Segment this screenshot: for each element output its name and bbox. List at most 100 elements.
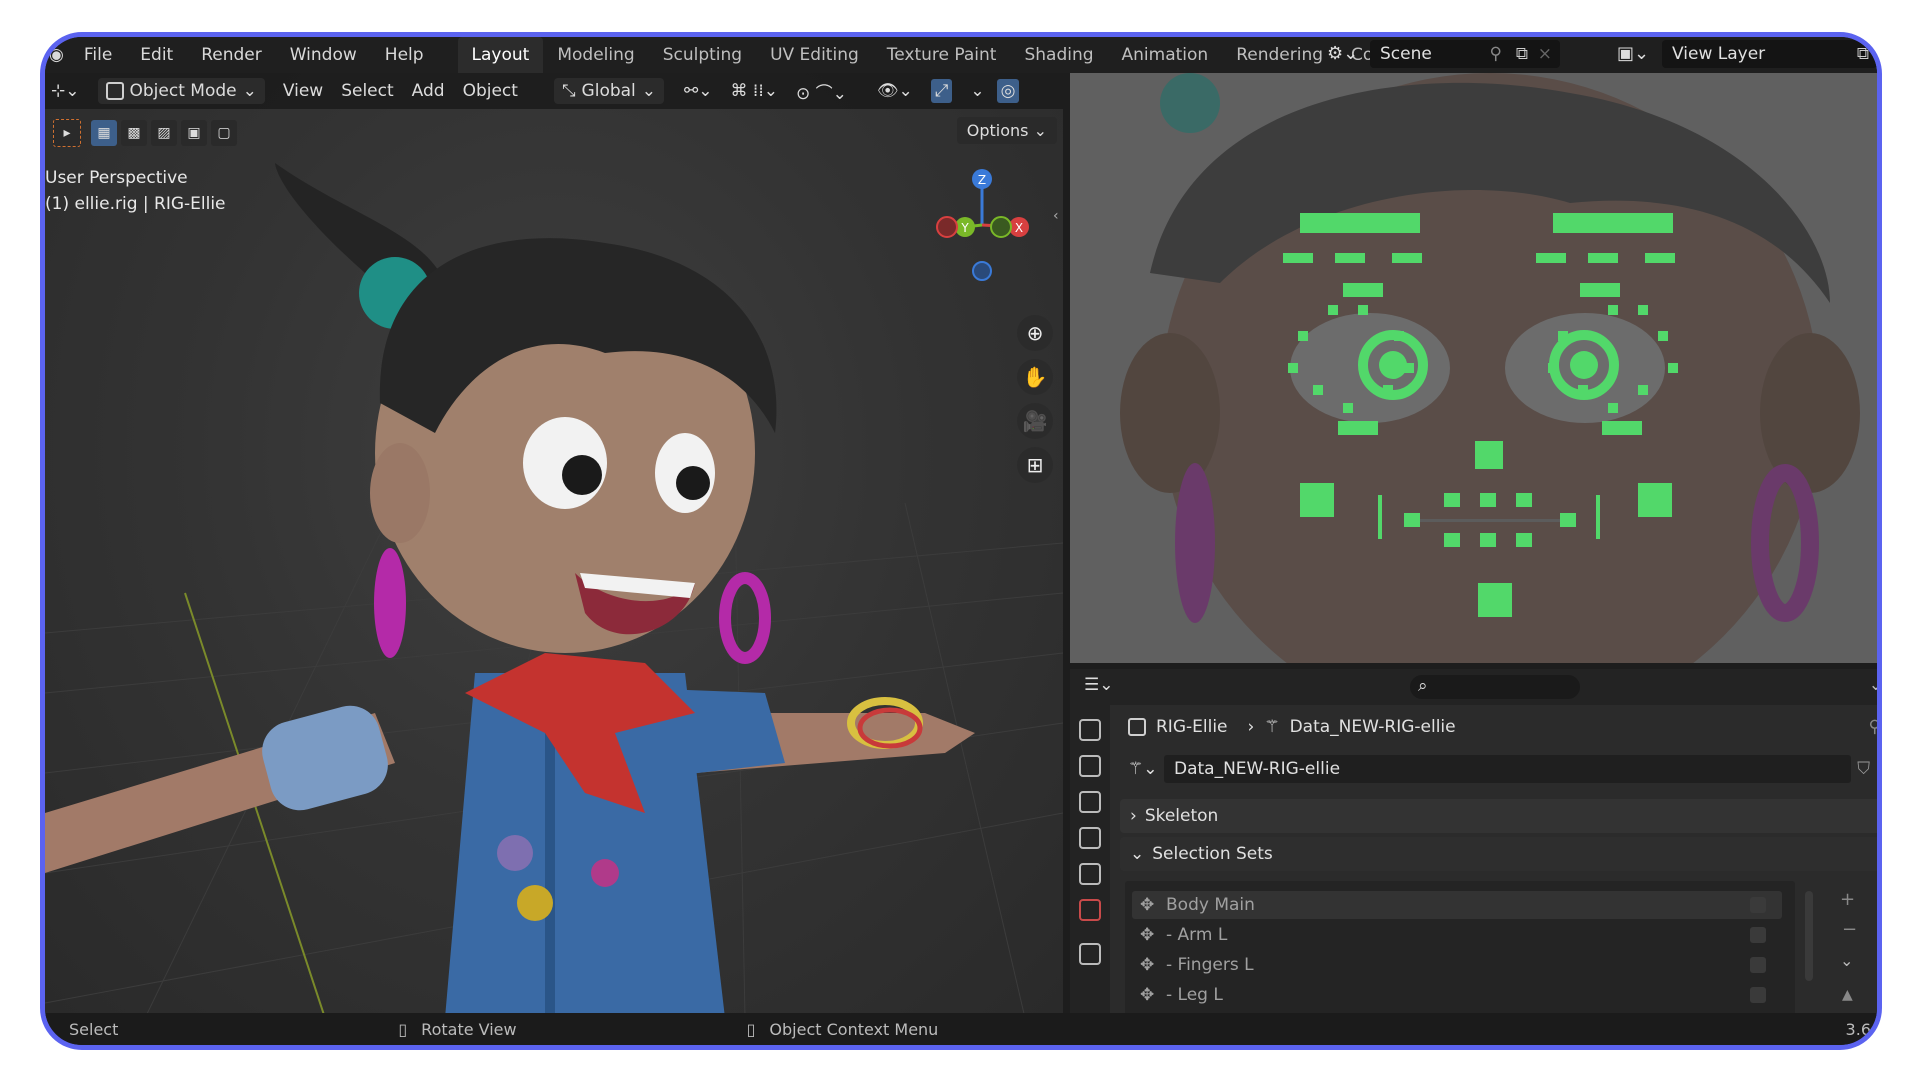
- editor-type-icon[interactable]: ⊹⌄: [51, 81, 80, 101]
- face-rig-controls[interactable]: [1070, 73, 1882, 663]
- tool-tab-icon[interactable]: [1079, 719, 1101, 741]
- list-item[interactable]: ✥ Body Main: [1132, 891, 1782, 919]
- properties-editor: ☰⌄ ⌕ ⌄ RIG-Ellie › ⚚ Data_NEW-RIG-ellie …: [1070, 669, 1877, 1018]
- camera-icon[interactable]: 🎥: [1017, 403, 1053, 439]
- menu-file[interactable]: File: [70, 45, 126, 65]
- selection-set-name: - Fingers L: [1166, 955, 1254, 975]
- collapse-chevron-icon[interactable]: ⌄: [1869, 675, 1877, 695]
- selection-set-name: - Leg L: [1166, 985, 1223, 1005]
- fake-user-shield-icon[interactable]: ⛉: [1857, 759, 1870, 779]
- menu-add[interactable]: Add: [412, 81, 445, 101]
- options-dropdown[interactable]: Options ⌄: [956, 117, 1057, 144]
- move-up-icon[interactable]: ▲: [1842, 987, 1853, 1003]
- data-block-selector[interactable]: ⚚⌄ Data_NEW-RIG-ellie ⛉: [1120, 755, 1870, 783]
- scene-tab-icon[interactable]: [1079, 863, 1101, 885]
- orientation-icon: ⤡: [561, 81, 576, 101]
- render-tab-icon[interactable]: [1079, 755, 1101, 777]
- tab-rendering[interactable]: Rendering: [1222, 37, 1337, 73]
- gizmo-toggle-icon[interactable]: ⤢: [930, 79, 953, 103]
- selection-set-checkbox[interactable]: [1750, 927, 1766, 943]
- collapse-chevron-icon: ⌄: [1130, 844, 1145, 864]
- selection-set-checkbox[interactable]: [1750, 987, 1766, 1003]
- select-invert-icon[interactable]: ▣: [181, 120, 207, 146]
- armature-data-icon: ⚚: [1264, 717, 1280, 737]
- selection-set-name: Body Main: [1166, 895, 1255, 915]
- world-tab-icon[interactable]: [1079, 899, 1101, 921]
- selection-set-checkbox[interactable]: [1750, 897, 1766, 913]
- collection-tab-icon[interactable]: [1079, 943, 1101, 965]
- overlay-toggle-icon[interactable]: ⌄: [970, 81, 984, 101]
- status-bar: Select ▯ Rotate View ▯ Object Context Me…: [45, 1013, 1877, 1045]
- scene-field[interactable]: Scene ⚲ ⧉ ×: [1370, 40, 1560, 68]
- menu-object[interactable]: Object: [463, 81, 518, 101]
- tab-texture-paint[interactable]: Texture Paint: [873, 37, 1011, 73]
- menu-select[interactable]: Select: [341, 81, 393, 101]
- remove-set-icon[interactable]: −: [1842, 919, 1857, 940]
- view-layer-field[interactable]: View Layer ⧉: [1662, 40, 1877, 68]
- panel-skeleton[interactable]: › Skeleton: [1120, 799, 1877, 833]
- list-scrollbar[interactable]: [1805, 891, 1813, 981]
- select-cursor-icon[interactable]: ▸: [53, 119, 81, 147]
- xray-toggle-icon[interactable]: ◎: [996, 79, 1020, 103]
- tab-animation[interactable]: Animation: [1108, 37, 1223, 73]
- list-item[interactable]: ✥ - Fingers L: [1132, 951, 1782, 979]
- mode-label: Object Mode: [129, 81, 237, 101]
- data-name-field[interactable]: Data_NEW-RIG-ellie: [1164, 755, 1852, 783]
- pin-icon[interactable]: ⚲: [1869, 717, 1877, 737]
- view-layer-tab-icon[interactable]: [1079, 827, 1101, 849]
- properties-search-input[interactable]: ⌕: [1410, 675, 1580, 699]
- mode-dropdown[interactable]: Object Mode ⌄: [97, 78, 265, 104]
- breadcrumb-chevron-icon: ›: [1247, 717, 1255, 737]
- snap-icon[interactable]: ⌘ ⁞⁞⌄: [731, 81, 778, 101]
- selection-set-icon: ✥: [1140, 925, 1155, 945]
- chevron-down-icon: ⌄: [641, 81, 657, 101]
- zoom-icon[interactable]: ⊕: [1017, 315, 1053, 351]
- menu-edit[interactable]: Edit: [126, 45, 187, 65]
- visibility-icon[interactable]: 👁⌄: [877, 81, 913, 101]
- selection-set-checkbox[interactable]: [1750, 957, 1766, 973]
- perspective-label: User Perspective: [45, 168, 188, 188]
- tab-layout[interactable]: Layout: [457, 37, 544, 73]
- select-intersect-icon[interactable]: ▢: [211, 120, 237, 146]
- blender-logo-icon[interactable]: ◉: [45, 45, 70, 65]
- delete-scene-icon[interactable]: ×: [1538, 44, 1552, 64]
- pan-hand-icon[interactable]: ✋: [1017, 359, 1053, 395]
- menu-window[interactable]: Window: [276, 45, 371, 65]
- menu-render[interactable]: Render: [187, 45, 276, 65]
- face-rig-viewport[interactable]: [1070, 73, 1882, 663]
- add-set-icon[interactable]: +: [1840, 889, 1855, 910]
- tab-modeling[interactable]: Modeling: [543, 37, 648, 73]
- pin-icon[interactable]: ⚲: [1490, 44, 1502, 64]
- tab-uv-editing[interactable]: UV Editing: [756, 37, 873, 73]
- properties-editor-type-icon[interactable]: ☰⌄: [1084, 675, 1113, 695]
- select-subtract-icon[interactable]: ▨: [151, 120, 177, 146]
- navigation-gizmo[interactable]: Z X Y: [927, 165, 1047, 285]
- list-item[interactable]: ✥ - Leg L: [1132, 981, 1782, 1009]
- view-layer-icon[interactable]: ▣⌄: [1617, 43, 1649, 64]
- scene-name: Scene: [1380, 44, 1432, 64]
- status-select: Select: [69, 1019, 119, 1039]
- select-extend-icon[interactable]: ▩: [121, 120, 147, 146]
- list-item[interactable]: ✥ - Arm L: [1132, 921, 1782, 949]
- output-tab-icon[interactable]: [1079, 791, 1101, 813]
- new-view-layer-icon[interactable]: ⧉: [1857, 44, 1869, 64]
- breadcrumb-object: RIG-Ellie: [1156, 717, 1228, 737]
- scene-selector-icon[interactable]: ⚙⌄: [1327, 43, 1358, 64]
- perspective-grid-icon[interactable]: ⊞: [1017, 447, 1053, 483]
- orientation-dropdown[interactable]: ⤡ Global ⌄: [553, 78, 665, 104]
- select-mode-tools: ▸ ▦ ▩ ▨ ▣ ▢: [53, 119, 237, 147]
- pivot-icon[interactable]: ⚯⌄: [684, 81, 713, 101]
- status-version: 3.6: [1845, 1019, 1871, 1039]
- armature-browse-icon[interactable]: ⚚⌄: [1128, 759, 1164, 779]
- set-menu-chevron-icon[interactable]: ⌄: [1840, 951, 1853, 970]
- viewport-3d[interactable]: ⊹⌄ Object Mode ⌄ View Select Add Object …: [45, 73, 1063, 1018]
- menu-help[interactable]: Help: [371, 45, 438, 65]
- new-scene-icon[interactable]: ⧉: [1516, 44, 1528, 64]
- sidebar-toggle-icon[interactable]: ‹: [1053, 208, 1059, 224]
- menu-view[interactable]: View: [283, 81, 323, 101]
- tab-shading[interactable]: Shading: [1010, 37, 1107, 73]
- tab-sculpting[interactable]: Sculpting: [649, 37, 756, 73]
- proportional-edit-icon[interactable]: ⊙ ⌒⌄: [796, 79, 847, 104]
- panel-selection-sets[interactable]: ⌄ Selection Sets: [1120, 837, 1877, 871]
- select-new-icon[interactable]: ▦: [91, 120, 117, 146]
